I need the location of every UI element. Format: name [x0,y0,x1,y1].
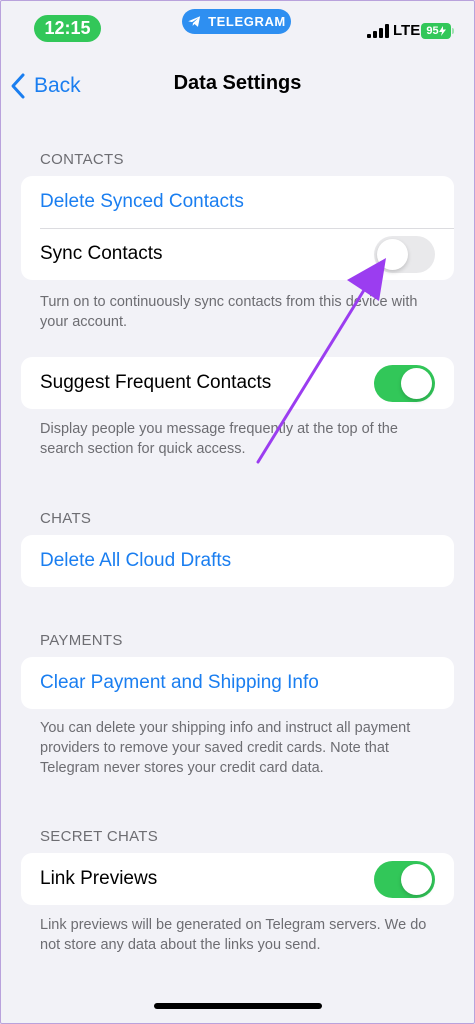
section-header-contacts: CONTACTS [40,151,124,168]
section-header-payments: PAYMENTS [40,632,123,649]
sync-contacts-row: Sync Contacts [21,228,454,280]
battery-icon: 95 [421,23,451,39]
chats-card: Delete All Cloud Drafts [21,535,454,587]
sync-contacts-toggle[interactable] [374,235,435,273]
toggle-knob [401,863,432,895]
payments-footnote: You can delete your shipping info and in… [40,720,411,776]
suggest-frequent-row: Suggest Frequent Contacts [21,357,454,409]
status-bar: 12:15 TELEGRAM LTE 95 [0,0,475,52]
clear-payment-info-label: Clear Payment and Shipping Info [40,672,319,693]
delete-cloud-drafts-button[interactable]: Delete All Cloud Drafts [21,535,454,587]
battery-level: 95 [426,25,439,37]
suggest-frequent-toggle[interactable] [374,364,435,402]
telegram-plane-icon [188,16,201,27]
link-previews-row: Link Previews [21,853,454,905]
toggle-knob [401,367,432,399]
cellular-signal-icon [367,24,389,38]
telegram-app-pill[interactable]: TELEGRAM [182,9,291,34]
section-header-secret-chats: SECRET CHATS [40,828,159,845]
section-header-chats: CHATS [40,510,92,527]
link-previews-label: Link Previews [40,868,158,889]
suggest-frequent-label: Suggest Frequent Contacts [40,372,272,393]
home-indicator[interactable] [154,1003,322,1009]
network-type: LTE [393,22,421,39]
status-time: 12:15 [34,15,101,42]
delete-cloud-drafts-label: Delete All Cloud Drafts [40,550,232,571]
payments-card: Clear Payment and Shipping Info [21,657,454,709]
link-previews-footnote: Link previews will be generated on Teleg… [40,917,427,953]
sync-contacts-footnote: Turn on to continuously sync contacts fr… [40,294,418,330]
sync-contacts-label: Sync Contacts [40,243,163,264]
suggest-card: Suggest Frequent Contacts [21,357,454,409]
link-previews-toggle[interactable] [374,860,435,898]
clear-payment-info-button[interactable]: Clear Payment and Shipping Info [21,657,454,709]
delete-synced-contacts-button[interactable]: Delete Synced Contacts [21,176,454,228]
charging-bolt-icon [438,26,446,36]
secret-chats-card: Link Previews [21,853,454,905]
contacts-card: Delete Synced Contacts Sync Contacts [21,176,454,280]
telegram-pill-label: TELEGRAM [208,14,286,29]
page-title: Data Settings [173,72,302,94]
battery-cap [452,28,454,34]
suggest-frequent-footnote: Display people you message frequently at… [40,421,398,457]
toggle-knob [377,238,408,270]
delete-synced-contacts-label: Delete Synced Contacts [40,191,244,212]
